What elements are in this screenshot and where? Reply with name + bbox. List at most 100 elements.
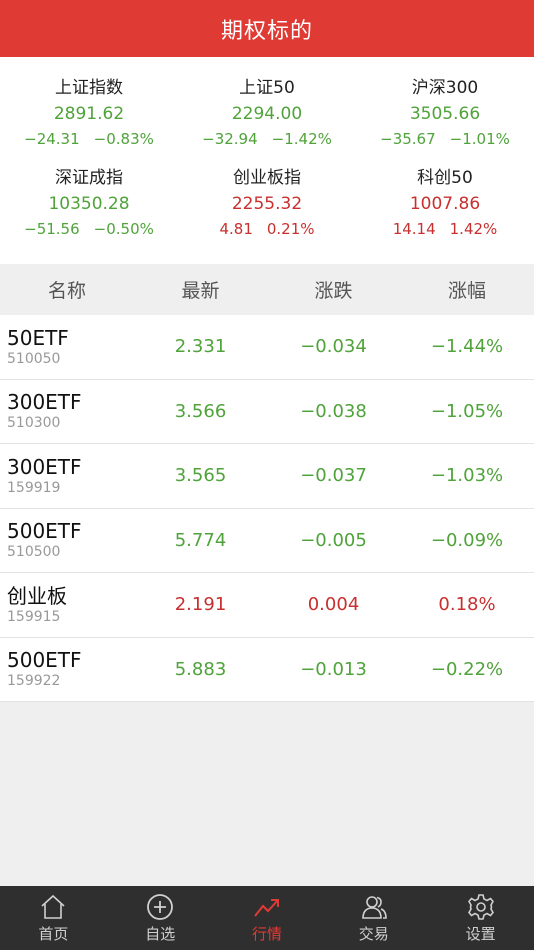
- row-name-cell: 500ETF 159922: [0, 648, 134, 690]
- tab-home[interactable]: 首页: [0, 886, 107, 950]
- index-change: −32.94 −1.42%: [178, 127, 356, 151]
- row-symbol: 50ETF: [7, 325, 69, 350]
- home-icon: [41, 894, 65, 919]
- table-row[interactable]: 500ETF 159922 5.883 −0.013 −0.22%: [0, 638, 534, 702]
- index-card[interactable]: 创业板指 2255.32 4.81 0.21%: [178, 165, 356, 255]
- index-change-pct: −0.83%: [93, 130, 154, 148]
- row-code: 159919: [7, 479, 61, 496]
- row-pct: −0.22%: [430, 658, 504, 680]
- row-name-cell: 50ETF 510050: [0, 326, 134, 368]
- index-name: 深证成指: [55, 168, 123, 188]
- column-header-name[interactable]: 名称: [0, 276, 134, 303]
- tab-label: 设置: [465, 925, 496, 943]
- index-price: 1007.86: [409, 194, 481, 214]
- tab-watchlist[interactable]: 自选: [107, 886, 214, 950]
- row-change: −0.013: [300, 658, 367, 680]
- index-price: 2294.00: [231, 104, 303, 124]
- index-change-pct: −0.50%: [93, 220, 154, 238]
- row-symbol: 300ETF: [7, 390, 82, 415]
- row-name-cell: 500ETF 510500: [0, 519, 134, 561]
- index-card[interactable]: 上证指数 2891.62 −24.31 −0.83%: [0, 75, 178, 165]
- index-change-value: −32.94: [202, 130, 258, 148]
- row-change: −0.034: [300, 336, 367, 358]
- index-name: 科创50: [417, 168, 473, 188]
- table-row[interactable]: 500ETF 510500 5.774 −0.005 −0.09%: [0, 509, 534, 573]
- index-card[interactable]: 科创50 1007.86 14.14 1.42%: [356, 165, 534, 255]
- row-name-cell: 300ETF 159919: [0, 455, 134, 497]
- index-card[interactable]: 深证成指 10350.28 −51.56 −0.50%: [0, 165, 178, 255]
- index-change-value: 14.14: [392, 220, 436, 238]
- row-code: 159915: [7, 608, 61, 625]
- column-header-change[interactable]: 涨跌: [267, 276, 400, 303]
- column-header-last[interactable]: 最新: [134, 276, 267, 303]
- row-symbol: 300ETF: [7, 454, 82, 479]
- index-change-value: −24.31: [24, 130, 80, 148]
- table-row[interactable]: 50ETF 510050 2.331 −0.034 −1.44%: [0, 315, 534, 380]
- index-price: 2255.32: [231, 194, 303, 214]
- row-pct: −1.44%: [430, 336, 504, 358]
- index-price: 10350.28: [48, 194, 130, 214]
- row-last: 3.566: [174, 400, 227, 422]
- table-row[interactable]: 300ETF 510300 3.566 −0.038 −1.05%: [0, 380, 534, 444]
- row-code: 159922: [7, 673, 61, 690]
- column-header-pct[interactable]: 涨幅: [400, 276, 534, 303]
- index-change: −35.67 −1.01%: [356, 127, 534, 151]
- tab-market[interactable]: 行情: [214, 886, 321, 950]
- table-row[interactable]: 创业板 159915 2.191 0.004 0.18%: [0, 573, 534, 638]
- index-change: 14.14 1.42%: [356, 217, 534, 241]
- index-name: 沪深300: [411, 78, 479, 98]
- row-code: 510050: [7, 350, 61, 367]
- row-last: 2.331: [174, 336, 227, 358]
- row-last: 3.565: [174, 465, 227, 487]
- tab-label: 行情: [251, 925, 282, 943]
- tab-label: 交易: [358, 925, 389, 943]
- users-icon: [361, 896, 387, 919]
- index-change-pct: −1.01%: [449, 130, 510, 148]
- index-change-pct: 1.42%: [449, 220, 498, 238]
- bottom-tab-bar: 首页 自选 行情 交易 设置: [0, 886, 534, 950]
- tab-label: 首页: [38, 925, 69, 943]
- index-change-value: −35.67: [380, 130, 436, 148]
- plus-circle-icon: [147, 894, 174, 920]
- row-last: 5.774: [174, 529, 227, 551]
- table-header: 名称 最新 涨跌 涨幅: [0, 264, 534, 315]
- index-change-pct: −1.42%: [271, 130, 332, 148]
- row-code: 510300: [7, 415, 61, 432]
- row-code: 510500: [7, 544, 61, 561]
- page-title: 期权标的: [220, 18, 313, 44]
- index-change: −24.31 −0.83%: [0, 127, 178, 151]
- row-name-cell: 300ETF 510300: [0, 390, 134, 432]
- row-pct: −1.03%: [430, 465, 504, 487]
- index-name: 上证50: [239, 78, 295, 98]
- index-price: 2891.62: [53, 104, 125, 124]
- index-row: 上证指数 2891.62 −24.31 −0.83% 上证50 2294.00 −…: [0, 75, 534, 165]
- row-change: 0.004: [307, 594, 360, 616]
- index-card[interactable]: 沪深300 3505.66 −35.67 −1.01%: [356, 75, 534, 165]
- row-last: 2.191: [174, 594, 227, 616]
- index-price: 3505.66: [409, 104, 481, 124]
- index-change-value: −51.56: [24, 220, 80, 238]
- gear-icon: [467, 894, 494, 920]
- table-row[interactable]: 300ETF 159919 3.565 −0.037 −1.03%: [0, 444, 534, 509]
- row-symbol: 500ETF: [7, 648, 82, 673]
- index-row: 深证成指 10350.28 −51.56 −0.50% 创业板指 2255.32 …: [0, 165, 534, 255]
- row-pct: −1.05%: [430, 400, 504, 422]
- trend-icon: [254, 899, 279, 917]
- row-pct: 0.18%: [438, 594, 496, 616]
- tab-label: 自选: [145, 925, 176, 943]
- row-name-cell: 创业板 159915: [0, 584, 134, 626]
- index-change-pct: 0.21%: [266, 220, 315, 238]
- index-change: 4.81 0.21%: [178, 217, 356, 241]
- tab-settings[interactable]: 设置: [427, 886, 534, 950]
- row-symbol: 创业板: [7, 583, 67, 608]
- index-name: 创业板指: [233, 168, 301, 188]
- row-change: −0.038: [300, 400, 367, 422]
- index-change-value: 4.81: [219, 220, 253, 238]
- index-panel: 上证指数 2891.62 −24.31 −0.83% 上证50 2294.00 −…: [0, 57, 534, 264]
- tab-trade[interactable]: 交易: [320, 886, 427, 950]
- row-change: −0.005: [300, 529, 367, 551]
- index-name: 上证指数: [55, 78, 123, 98]
- index-card[interactable]: 上证50 2294.00 −32.94 −1.42%: [178, 75, 356, 165]
- row-symbol: 500ETF: [7, 519, 82, 544]
- app-header: 期权标的: [0, 0, 534, 57]
